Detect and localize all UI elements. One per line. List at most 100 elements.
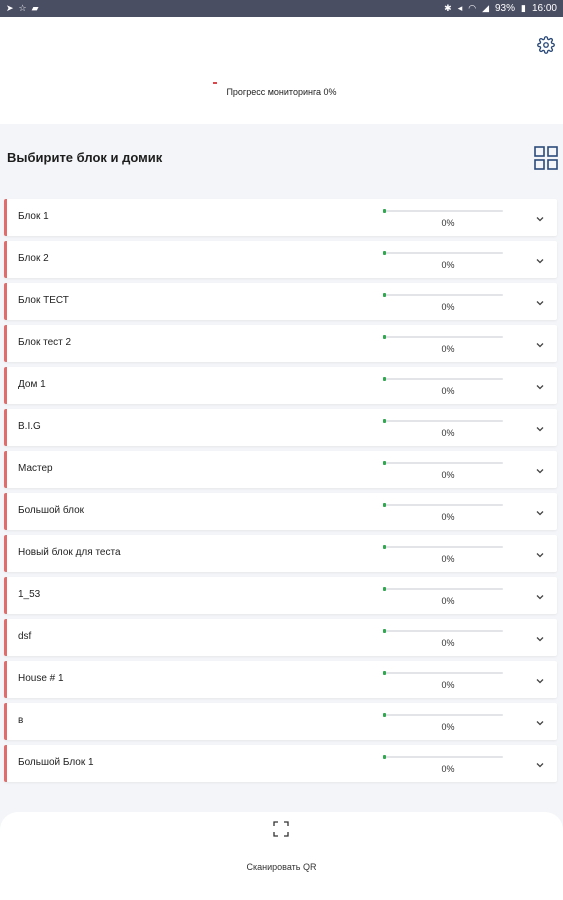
gear-icon xyxy=(537,36,555,54)
block-row[interactable]: Блок 2 0% xyxy=(4,241,557,278)
block-progress-bar xyxy=(383,755,503,759)
block-progress-bar xyxy=(383,335,503,339)
status-bar: ➤ ☆ ▰ ✱ ◂ ◠ ◢ 93% ▮ 16:00 xyxy=(0,0,563,17)
block-progress-bar xyxy=(383,209,503,213)
block-progress-percent: 0% xyxy=(441,764,455,774)
chevron-down-icon[interactable] xyxy=(535,589,545,600)
block-progress-percent: 0% xyxy=(441,386,455,396)
block-name: House # 1 xyxy=(18,673,64,684)
monitoring-progress-label: Прогресс мониторинга 0% xyxy=(226,87,337,97)
block-progress-bar xyxy=(383,671,503,675)
block-progress-fill xyxy=(383,671,386,675)
monitoring-progress: Прогресс мониторинга 0% xyxy=(0,82,563,97)
block-progress-bar xyxy=(383,587,503,591)
block-name: в xyxy=(18,715,24,726)
block-row[interactable]: в 0% xyxy=(4,703,557,740)
block-progress-fill xyxy=(383,461,386,465)
send-icon: ➤ xyxy=(6,3,14,13)
block-progress-fill xyxy=(383,419,386,423)
message-icon: ▰ xyxy=(31,3,39,13)
block-progress-percent: 0% xyxy=(441,638,455,648)
mute-icon: ◂ xyxy=(457,3,463,13)
chevron-down-icon[interactable] xyxy=(535,673,545,684)
settings-button[interactable] xyxy=(537,36,555,54)
block-row[interactable]: B.I.G 0% xyxy=(4,409,557,446)
block-name: Блок ТЕСТ xyxy=(18,295,69,306)
block-name: Большой Блок 1 xyxy=(18,757,94,768)
block-progress-percent: 0% xyxy=(441,596,455,606)
block-row[interactable]: dsf 0% xyxy=(4,619,557,656)
chevron-down-icon[interactable] xyxy=(535,757,545,768)
top-panel: Прогресс мониторинга 0% xyxy=(0,17,563,124)
chevron-down-icon[interactable] xyxy=(535,295,545,306)
block-progress-fill xyxy=(383,335,386,339)
chevron-down-icon[interactable] xyxy=(535,715,545,726)
chevron-down-icon[interactable] xyxy=(535,211,545,222)
block-name: dsf xyxy=(18,631,32,642)
grid-view-button[interactable] xyxy=(534,146,558,170)
chevron-down-icon[interactable] xyxy=(535,631,545,642)
block-row[interactable]: Дом 1 0% xyxy=(4,367,557,404)
block-row[interactable]: Блок ТЕСТ 0% xyxy=(4,283,557,320)
block-progress-fill xyxy=(383,755,386,759)
block-row[interactable]: Блок тест 2 0% xyxy=(4,325,557,362)
chevron-down-icon[interactable] xyxy=(535,253,545,264)
scan-qr-label[interactable]: Сканировать QR xyxy=(0,862,563,872)
chevron-down-icon[interactable] xyxy=(535,379,545,390)
chevron-down-icon[interactable] xyxy=(535,421,545,432)
battery-percent: 93% xyxy=(495,3,516,14)
block-progress-percent: 0% xyxy=(441,260,455,270)
chevron-down-icon[interactable] xyxy=(535,337,545,348)
scan-qr-button[interactable] xyxy=(273,821,289,837)
block-progress-percent: 0% xyxy=(441,554,455,564)
block-row[interactable]: House # 1 0% xyxy=(4,661,557,698)
chevron-down-icon[interactable] xyxy=(535,505,545,516)
signal-icon: ◢ xyxy=(482,3,489,13)
status-left-icons: ➤ ☆ ▰ xyxy=(6,4,39,13)
block-row[interactable]: 1_53 0% xyxy=(4,577,557,614)
block-progress-fill xyxy=(383,209,386,213)
block-row[interactable]: Большой блок 0% xyxy=(4,493,557,530)
block-list: Блок 1 0% Блок 2 0% Блок ТЕСТ 0% Блок тест 2 0%… xyxy=(4,199,557,787)
status-right-icons: ✱ ◂ ◠ ◢ 93% ▮ 16:00 xyxy=(444,3,557,14)
grid-icon xyxy=(534,146,558,170)
block-progress-bar xyxy=(383,293,503,297)
block-progress-percent: 0% xyxy=(441,680,455,690)
block-row[interactable]: Мастер 0% xyxy=(4,451,557,488)
block-name: B.I.G xyxy=(18,421,41,432)
scan-frame-icon xyxy=(273,821,289,837)
block-row[interactable]: Новый блок для теста 0% xyxy=(4,535,557,572)
block-progress-percent: 0% xyxy=(441,470,455,480)
block-progress-bar xyxy=(383,377,503,381)
block-progress-bar xyxy=(383,251,503,255)
block-progress-bar xyxy=(383,713,503,717)
block-progress-percent: 0% xyxy=(441,218,455,228)
section-title: Выбирите блок и домик xyxy=(7,150,163,165)
block-progress-fill xyxy=(383,713,386,717)
battery-icon: ▮ xyxy=(521,3,526,13)
block-name: 1_53 xyxy=(18,589,41,600)
block-progress-fill xyxy=(383,587,386,591)
block-name: Дом 1 xyxy=(18,379,46,390)
clock: 16:00 xyxy=(531,3,557,14)
block-progress-fill xyxy=(383,251,386,255)
chevron-down-icon[interactable] xyxy=(535,463,545,474)
block-progress-percent: 0% xyxy=(441,512,455,522)
block-row[interactable]: Большой Блок 1 0% xyxy=(4,745,557,782)
block-progress-bar xyxy=(383,545,503,549)
block-progress-fill xyxy=(383,293,386,297)
chevron-down-icon[interactable] xyxy=(535,547,545,558)
block-progress-fill xyxy=(383,377,386,381)
block-name: Новый блок для теста xyxy=(18,547,121,558)
block-progress-bar xyxy=(383,461,503,465)
block-name: Большой блок xyxy=(18,505,85,516)
block-row[interactable]: Блок 1 0% xyxy=(4,199,557,236)
block-progress-bar xyxy=(383,419,503,423)
block-progress-bar xyxy=(383,629,503,633)
block-progress-percent: 0% xyxy=(441,722,455,732)
block-name: Блок 1 xyxy=(18,211,49,222)
block-progress-fill xyxy=(383,503,386,507)
block-progress-fill xyxy=(383,629,386,633)
bluetooth-icon: ✱ xyxy=(444,3,452,13)
wifi-icon: ◠ xyxy=(468,3,477,13)
